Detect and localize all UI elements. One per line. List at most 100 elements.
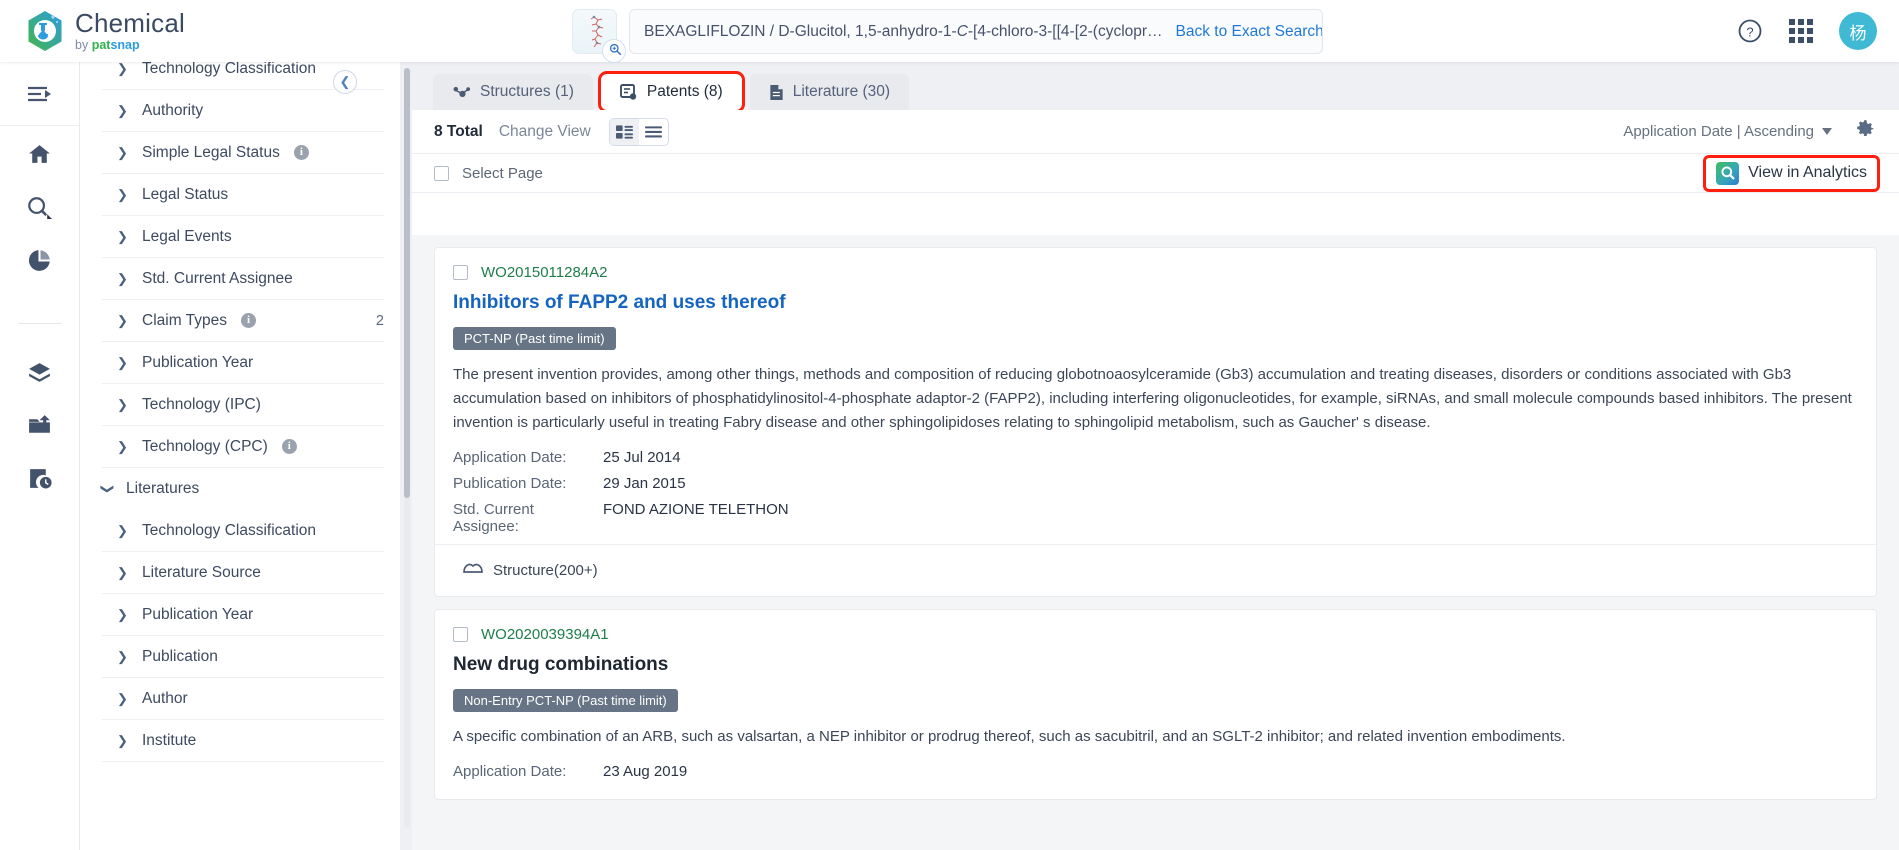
tab-label: Structures (1) bbox=[480, 83, 574, 100]
metadata-row: Application Date: 25 Jul 2014 bbox=[453, 449, 1858, 466]
sidebar-item-workspace[interactable] bbox=[27, 360, 52, 385]
status-badge: PCT-NP (Past time limit) bbox=[453, 327, 616, 350]
publication-number[interactable]: WO2020039394A1 bbox=[481, 626, 609, 643]
metadata-row: Application Date: 23 Aug 2019 bbox=[453, 763, 1858, 780]
select-page-checkbox[interactable] bbox=[434, 165, 449, 181]
card-view-icon[interactable] bbox=[609, 118, 639, 145]
brand-by: by bbox=[75, 38, 92, 53]
select-page-label: Select Page bbox=[462, 164, 543, 182]
filter-row-label: Publication Year bbox=[142, 353, 254, 371]
info-icon[interactable]: i bbox=[293, 145, 309, 160]
publication-number[interactable]: WO2015011284A2 bbox=[481, 264, 607, 281]
chevron-right-icon: ❯ bbox=[117, 62, 128, 76]
filter-row-publication-year[interactable]: ❯ Publication Year bbox=[102, 342, 384, 384]
filter-row-claim-types[interactable]: ❯ Claim Types i 2 bbox=[102, 300, 384, 342]
result-metadata: Application Date: 23 Aug 2019 bbox=[453, 763, 1858, 780]
search-query-tail: -[4-chloro-3-[[4-[2-(cyclopr… bbox=[967, 22, 1163, 40]
chevron-right-icon: ❯ bbox=[117, 438, 128, 454]
filter-row-label: Literatures bbox=[126, 480, 200, 497]
result-title[interactable]: New drug combinations bbox=[453, 654, 1858, 676]
tab-literature-30[interactable]: Literature (30) bbox=[749, 74, 910, 110]
result-abstract: A specific combination of an ARB, such a… bbox=[453, 728, 1566, 745]
filter-row-simple-legal-status[interactable]: ❯ Simple Legal Status i bbox=[102, 132, 384, 174]
filter-row-count: 2 bbox=[375, 312, 384, 329]
structures-icon bbox=[452, 85, 471, 100]
filter-scrollbar-thumb[interactable] bbox=[404, 68, 410, 498]
chevron-right-icon: ❯ bbox=[117, 186, 128, 202]
filter-row-legal-status[interactable]: ❯ Legal Status bbox=[102, 174, 384, 216]
result-checkbox[interactable] bbox=[453, 265, 468, 280]
structure-thumbnail[interactable] bbox=[572, 9, 626, 63]
help-circle-icon[interactable]: ? bbox=[1737, 18, 1763, 44]
chevron-down-icon: ❯ bbox=[100, 483, 116, 495]
chemical-logo-icon bbox=[26, 10, 64, 52]
list-view-icon[interactable] bbox=[639, 119, 668, 145]
app-grid-icon[interactable] bbox=[1789, 19, 1813, 43]
info-icon[interactable]: i bbox=[281, 439, 297, 454]
results-panel: 8 Total Change View Application Date | A… bbox=[412, 110, 1899, 850]
filter-row-label: Simple Legal Status bbox=[142, 143, 280, 161]
structure-link[interactable]: Structure(200+) bbox=[435, 544, 1876, 596]
search-area: BEXAGLIFLOZIN / D-Glucitol, 1,5-anhydro-… bbox=[572, 9, 1323, 63]
filter-row-publication-year[interactable]: ❯ Publication Year bbox=[102, 594, 384, 636]
metadata-key: Application Date: bbox=[453, 763, 567, 780]
brand-logo-area[interactable]: Chemical by patsnap bbox=[26, 10, 185, 52]
brand-pat: pat bbox=[91, 38, 111, 53]
magnifier-icon[interactable] bbox=[602, 39, 626, 63]
filter-row-publication[interactable]: ❯ Publication bbox=[102, 636, 384, 678]
svg-text:?: ? bbox=[1746, 25, 1753, 40]
panel-collapse-button[interactable]: ❮ bbox=[333, 70, 357, 94]
tab-patents-8[interactable]: Patents (8) bbox=[597, 71, 745, 113]
filter-row-technology-ipc[interactable]: ❯ Technology (IPC) bbox=[102, 384, 384, 426]
change-view-button[interactable]: Change View bbox=[499, 123, 591, 141]
chevron-right-icon: ❯ bbox=[117, 690, 128, 706]
filter-row-legal-events[interactable]: ❯ Legal Events bbox=[102, 216, 384, 258]
filter-row-label: Std. Current Assignee bbox=[142, 269, 293, 287]
info-icon[interactable]: i bbox=[241, 313, 256, 328]
filter-row-authority[interactable]: ❯ Authority bbox=[102, 90, 384, 132]
filter-row-std-current-assignee[interactable]: ❯ Std. Current Assignee bbox=[102, 258, 384, 300]
sidebar-item-analytics[interactable] bbox=[27, 248, 52, 273]
filter-scrollbar[interactable] bbox=[404, 68, 410, 828]
chevron-right-icon: ❯ bbox=[117, 522, 128, 538]
tab-label: Patents (8) bbox=[646, 83, 723, 100]
sort-dropdown[interactable]: Application Date | Ascending bbox=[1623, 123, 1832, 140]
result-title[interactable]: Inhibitors of FAPP2 and uses thereof bbox=[453, 292, 1858, 314]
badge-row: PCT-NP (Past time limit) bbox=[453, 314, 1858, 350]
result-card-header: WO2020039394A1 bbox=[453, 626, 1858, 643]
filter-row-institute[interactable]: ❯ Institute bbox=[102, 720, 384, 762]
chevron-right-icon: ❯ bbox=[117, 396, 128, 412]
sidebar-item-home[interactable] bbox=[27, 142, 52, 167]
filter-row-author[interactable]: ❯ Author bbox=[102, 678, 384, 720]
results-toolbar: 8 Total Change View Application Date | A… bbox=[412, 110, 1899, 153]
chevron-right-icon: ❯ bbox=[117, 270, 128, 286]
filter-row-technology-cpc[interactable]: ❯ Technology (CPC) i bbox=[102, 426, 384, 468]
sidebar-item-history[interactable] bbox=[27, 466, 52, 491]
filter-row-label: Technology (CPC) bbox=[142, 437, 268, 455]
sidebar-item-search[interactable] bbox=[26, 195, 53, 220]
chevron-right-icon: ❯ bbox=[117, 648, 128, 664]
sort-label: Application Date | Ascending bbox=[1623, 123, 1814, 140]
brand-subtitle: by patsnap bbox=[75, 39, 185, 52]
filter-row-technology-classification[interactable]: ❯ Technology Classification bbox=[102, 510, 384, 552]
back-to-exact-search-link[interactable]: Back to Exact Search bbox=[1176, 23, 1322, 41]
gear-icon[interactable] bbox=[1856, 119, 1877, 145]
chevron-right-icon: ❯ bbox=[117, 228, 128, 244]
chevron-right-icon: ❯ bbox=[117, 144, 128, 160]
tab-structures-1[interactable]: Structures (1) bbox=[433, 74, 593, 110]
filter-row-label: Author bbox=[142, 689, 188, 707]
view-in-analytics-button[interactable]: View in Analytics bbox=[1703, 154, 1880, 192]
sidebar-toggle-button[interactable] bbox=[0, 62, 79, 126]
sidebar-item-export[interactable] bbox=[27, 413, 52, 438]
filter-row-label: Authority bbox=[142, 101, 204, 119]
result-checkbox[interactable] bbox=[453, 627, 468, 642]
filter-row-literature-source[interactable]: ❯ Literature Source bbox=[102, 552, 384, 594]
structure-icon bbox=[463, 561, 483, 581]
literature-icon bbox=[769, 84, 784, 101]
search-input[interactable]: BEXAGLIFLOZIN / D-Glucitol, 1,5-anhydro-… bbox=[629, 9, 1323, 54]
view-mode-toggle[interactable] bbox=[608, 117, 669, 146]
avatar[interactable]: 杨 bbox=[1839, 12, 1877, 50]
filter-row-label: Publication bbox=[142, 647, 218, 665]
filter-row-literatures[interactable]: ❯ Literatures bbox=[100, 468, 384, 510]
filter-row-label: Publication Year bbox=[142, 605, 254, 623]
